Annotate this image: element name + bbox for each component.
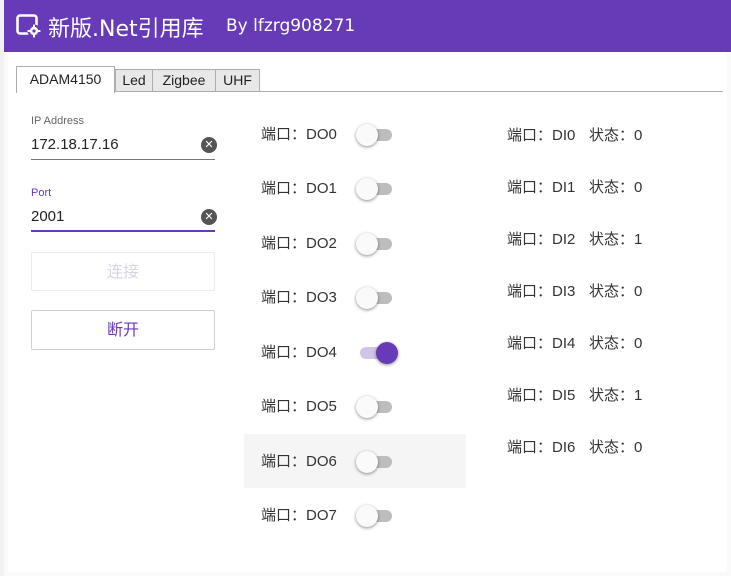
input-prefix: 端口： bbox=[507, 387, 553, 404]
output-toggle-do0[interactable] bbox=[356, 124, 398, 146]
tab-divider bbox=[16, 91, 723, 92]
input-state-label: 状态： bbox=[589, 179, 635, 196]
input-row-di4: 端口：DI4 状态：0 bbox=[507, 332, 642, 353]
input-state-label: 状态： bbox=[589, 387, 635, 404]
input-state-label: 状态： bbox=[589, 283, 635, 300]
ip-address-underline bbox=[31, 159, 215, 160]
output-row-do4: 端口：DO4 bbox=[244, 325, 466, 379]
input-state-value: 0 bbox=[634, 127, 643, 144]
input-row-di1: 端口：DI1 状态：0 bbox=[507, 176, 642, 197]
output-row-do0: 端口：DO0 bbox=[244, 107, 466, 161]
output-row-do1: 端口：DO1 bbox=[244, 161, 466, 215]
title-bar[interactable]: 新版.Net引用库 By lfzrg908271 bbox=[4, 0, 731, 52]
tab-led[interactable]: Led bbox=[115, 69, 153, 91]
input-name: DI3 bbox=[552, 283, 576, 300]
input-prefix: 端口： bbox=[507, 283, 553, 300]
settings-window-icon bbox=[16, 14, 41, 38]
ip-address-label: IP Address bbox=[31, 115, 84, 127]
output-row-do2: 端口：DO2 bbox=[244, 216, 466, 270]
input-state-value: 1 bbox=[634, 387, 643, 404]
input-state-label: 状态： bbox=[589, 439, 635, 456]
output-row-do7: 端口：DO7 bbox=[244, 488, 466, 542]
input-state-value: 0 bbox=[634, 439, 643, 456]
input-state-label: 状态： bbox=[589, 231, 635, 248]
input-name: DI0 bbox=[552, 127, 576, 144]
input-state-value: 1 bbox=[634, 231, 643, 248]
output-label: 端口：DO1 bbox=[261, 180, 337, 197]
port-input[interactable] bbox=[31, 206, 191, 226]
output-row-do3: 端口：DO3 bbox=[244, 270, 466, 324]
output-label: 端口：DO6 bbox=[261, 453, 337, 470]
input-name: DI1 bbox=[552, 179, 576, 196]
input-state-value: 0 bbox=[634, 335, 643, 352]
connect-button[interactable]: 连接 bbox=[31, 252, 215, 291]
input-prefix: 端口： bbox=[507, 127, 553, 144]
output-label: 端口：DO2 bbox=[261, 235, 337, 252]
tab-zigbee[interactable]: Zigbee bbox=[152, 69, 216, 91]
tab-uhf[interactable]: UHF bbox=[215, 69, 260, 91]
input-row-di3: 端口：DI3 状态：0 bbox=[507, 280, 642, 301]
output-toggle-do1[interactable] bbox=[356, 178, 398, 200]
ip-address-input[interactable] bbox=[31, 134, 191, 154]
output-toggle-do2[interactable] bbox=[356, 233, 398, 255]
output-label: 端口：DO7 bbox=[261, 507, 337, 524]
input-name: DI6 bbox=[552, 439, 576, 456]
output-toggle-do3[interactable] bbox=[356, 287, 398, 309]
clear-circle-icon[interactable]: ✕ bbox=[201, 209, 217, 225]
input-state-label: 状态： bbox=[589, 127, 635, 144]
clear-circle-icon[interactable]: ✕ bbox=[201, 137, 217, 153]
output-row-do6: 端口：DO6 bbox=[244, 434, 466, 488]
main-content: ADAM4150 Led Zigbee UHF IP Address ✕ Por… bbox=[8, 52, 727, 572]
port-label: Port bbox=[31, 187, 52, 199]
tab-adam4150[interactable]: ADAM4150 bbox=[16, 66, 115, 93]
input-prefix: 端口： bbox=[507, 231, 553, 248]
output-toggle-do6[interactable] bbox=[356, 451, 398, 473]
output-toggle-do7[interactable] bbox=[356, 505, 398, 527]
input-row-di5: 端口：DI5 状态：1 bbox=[507, 384, 642, 405]
input-state-label: 状态： bbox=[589, 335, 635, 352]
output-label: 端口：DO5 bbox=[261, 398, 337, 415]
input-name: DI2 bbox=[552, 231, 576, 248]
input-row-di6: 端口：DI6 状态：0 bbox=[507, 436, 642, 457]
output-toggle-do5[interactable] bbox=[356, 396, 398, 418]
output-row-do5: 端口：DO5 bbox=[244, 379, 466, 433]
input-row-di2: 端口：DI2 状态：1 bbox=[507, 228, 642, 249]
input-prefix: 端口： bbox=[507, 335, 553, 352]
output-label: 端口：DO3 bbox=[261, 289, 337, 306]
port-underline bbox=[31, 230, 215, 232]
app-window: 新版.Net引用库 By lfzrg908271 ADAM4150 Led Zi… bbox=[4, 0, 731, 576]
input-name: DI5 bbox=[552, 387, 576, 404]
input-state-value: 0 bbox=[634, 283, 643, 300]
input-prefix: 端口： bbox=[507, 439, 553, 456]
app-author: By lfzrg908271 bbox=[226, 16, 356, 36]
app-title: 新版.Net引用库 bbox=[48, 17, 204, 42]
output-label: 端口：DO0 bbox=[261, 126, 337, 143]
output-toggle-do4[interactable] bbox=[356, 342, 398, 364]
input-prefix: 端口： bbox=[507, 179, 553, 196]
input-state-value: 0 bbox=[634, 179, 643, 196]
input-row-di0: 端口：DI0 状态：0 bbox=[507, 124, 642, 145]
input-name: DI4 bbox=[552, 335, 576, 352]
disconnect-button[interactable]: 断开 bbox=[31, 310, 215, 350]
output-label: 端口：DO4 bbox=[261, 344, 337, 361]
